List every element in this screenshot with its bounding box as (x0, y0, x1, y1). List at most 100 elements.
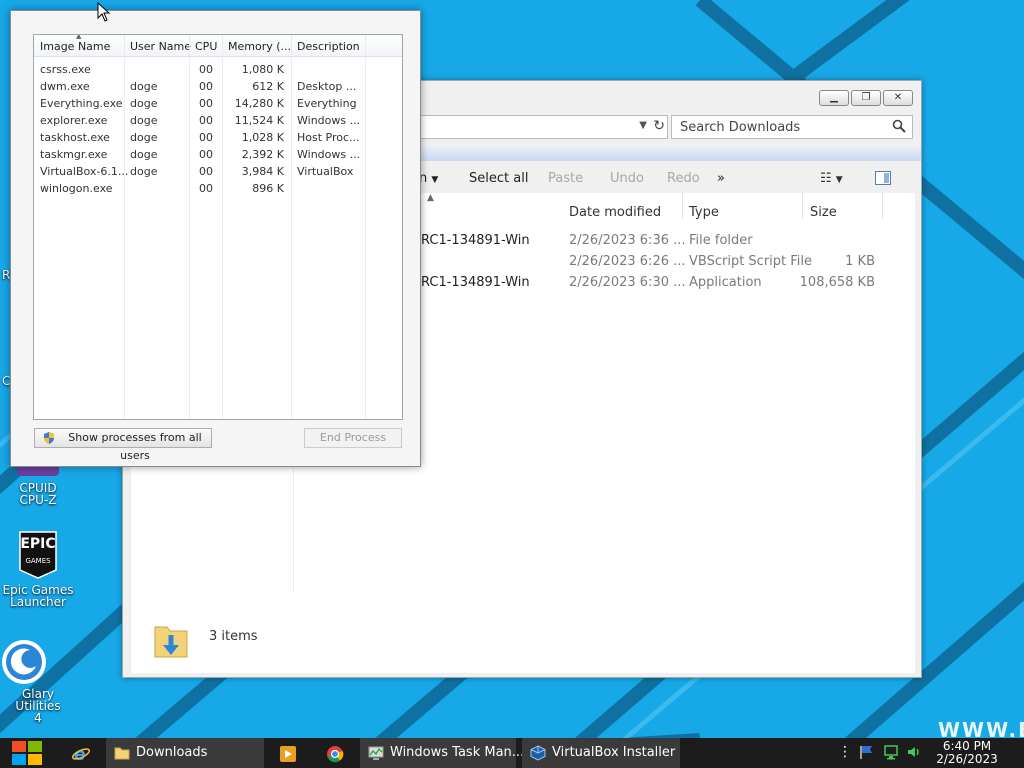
column-size[interactable]: Size (810, 205, 837, 220)
details-view-icon: ☷ (820, 171, 832, 186)
file-type: Application (689, 275, 762, 290)
desktop-icon-epic-games[interactable]: EPIC GAMES Epic Games Launcher (0, 530, 76, 608)
start-button[interactable] (10, 739, 44, 767)
undo-button[interactable]: Undo (610, 171, 644, 186)
process-cpu: 00 (199, 114, 213, 127)
process-row[interactable]: taskhost.exe doge 00 1,028 K Host Proc... (34, 131, 402, 148)
process-memory: 14,280 K (234, 97, 284, 110)
process-user-name: doge (130, 80, 158, 93)
select-all-button[interactable]: Select all (469, 171, 528, 186)
process-description: Everything (297, 97, 357, 110)
volume-icon[interactable] (906, 744, 922, 760)
process-row[interactable]: VirtualBox-6.1... doge 00 3,984 K VirtualBox (34, 165, 402, 182)
process-memory: 1,080 K (241, 63, 284, 76)
process-cpu: 00 (199, 97, 213, 110)
search-placeholder: Search Downloads (680, 120, 801, 135)
process-image-name: taskhost.exe (40, 131, 110, 144)
internet-explorer-icon[interactable]: e (72, 745, 90, 763)
taskbar-item-task-manager[interactable]: Windows Task Man... (360, 738, 524, 768)
minimize-button[interactable]: ▁ (819, 90, 849, 106)
network-icon[interactable] (883, 744, 899, 760)
column-user-name[interactable]: User Name (130, 40, 191, 53)
more-commands-button[interactable]: » (717, 171, 725, 186)
search-input[interactable]: Search Downloads (671, 115, 913, 139)
action-center-flag-icon[interactable] (858, 744, 874, 760)
toolbar-item-fragment[interactable]: n ▼ (419, 171, 438, 186)
process-memory: 2,392 K (241, 148, 284, 161)
file-name: RC1-134891-Win (421, 233, 530, 248)
mouse-cursor-icon (97, 2, 111, 22)
column-description[interactable]: Description (297, 40, 360, 53)
sort-caret-icon: ▲ (427, 193, 434, 203)
process-row[interactable]: Everything.exe doge 00 14,280 K Everything (34, 97, 402, 114)
process-row[interactable]: csrss.exe 00 1,080 K (34, 63, 402, 80)
process-description: Host Proc... (297, 131, 360, 144)
file-name: RC1-134891-Win (421, 275, 530, 290)
downloads-folder-icon (154, 626, 188, 658)
process-row[interactable]: taskmgr.exe doge 00 2,392 K Windows ... (34, 148, 402, 165)
file-size: 108,658 KB (799, 275, 875, 290)
file-type: VBScript Script File (689, 254, 813, 269)
file-size: 1 KB (845, 254, 875, 269)
task-manager-window[interactable]: Image Name ▲ User Name CPU Memory (... D… (10, 10, 421, 467)
process-user-name: doge (130, 148, 158, 161)
process-memory: 3,984 K (241, 165, 284, 178)
clock-date: 2/26/2023 (936, 752, 998, 766)
view-options-button[interactable]: ☷ ▼ (820, 171, 843, 186)
chevron-down-icon[interactable]: ▼ (639, 120, 647, 131)
process-row[interactable]: explorer.exe doge 00 11,524 K Windows ... (34, 114, 402, 131)
tray-overflow-icon[interactable]: ⋮ (837, 744, 853, 760)
process-row[interactable]: dwm.exe doge 00 612 K Desktop ... (34, 80, 402, 97)
file-date: 2/26/2023 6:26 ... (569, 254, 686, 269)
epic-games-logo-text: EPIC (20, 536, 56, 552)
taskbar-item-label: Windows Task Man... (390, 745, 525, 760)
column-date-modified[interactable]: Date modified (569, 205, 661, 220)
media-player-icon[interactable] (279, 745, 297, 763)
desktop-icon-label: 4 (34, 711, 42, 725)
folder-icon (114, 747, 130, 760)
sort-caret-icon: ▲ (76, 34, 82, 40)
process-image-name: Everything.exe (40, 97, 123, 110)
chrome-icon[interactable] (326, 745, 344, 763)
close-button[interactable]: ✕ (883, 90, 913, 106)
item-count: 3 items (209, 629, 258, 644)
taskbar-item-label: Downloads (136, 745, 208, 760)
desktop-icon-label: Launcher (10, 595, 66, 609)
process-image-name: csrss.exe (40, 63, 91, 76)
column-image-name[interactable]: Image Name (40, 40, 110, 53)
glary-utilities-icon (2, 638, 60, 684)
process-description: VirtualBox (297, 165, 354, 178)
taskbar-item-virtualbox-installer[interactable]: VirtualBox Installer (522, 738, 680, 768)
taskbar-item-downloads[interactable]: Downloads (106, 738, 264, 768)
details-pane: 3 items (131, 609, 915, 669)
process-image-name: dwm.exe (40, 80, 90, 93)
end-process-button[interactable]: End Process (304, 428, 402, 448)
desktop-icon-glary-utilities[interactable]: Glary Utilities 4 (0, 638, 76, 724)
chevron-down-icon: ▼ (835, 175, 843, 185)
process-user-name: doge (130, 165, 158, 178)
process-memory: 1,028 K (241, 131, 284, 144)
show-all-processes-button[interactable]: Show processes from all users (34, 428, 212, 462)
process-list[interactable]: Image Name ▲ User Name CPU Memory (... D… (33, 34, 403, 420)
process-cpu: 00 (199, 63, 213, 76)
epic-games-logo-text: GAMES (25, 557, 51, 565)
refresh-icon[interactable]: ↻ (653, 118, 665, 134)
redo-button[interactable]: Redo (667, 171, 700, 186)
maximize-button[interactable]: ❐ (851, 90, 881, 106)
search-icon[interactable] (892, 119, 906, 133)
column-cpu[interactable]: CPU (195, 40, 217, 53)
process-user-name: doge (130, 114, 158, 127)
file-date: 2/26/2023 6:30 ... (569, 275, 686, 290)
column-memory[interactable]: Memory (... (228, 40, 291, 53)
column-type[interactable]: Type (689, 205, 719, 220)
desktop-icon-cpuz[interactable]: CPUID CPU-Z (0, 462, 76, 506)
preview-pane-icon[interactable] (875, 171, 891, 185)
process-cpu: 00 (199, 131, 213, 144)
process-row[interactable]: winlogon.exe 00 896 K (34, 182, 402, 199)
paste-button[interactable]: Paste (548, 171, 583, 186)
desktop-icon-label: CPU-Z (19, 493, 57, 507)
chevron-down-icon: ▼ (431, 175, 439, 185)
system-clock[interactable]: 6:40 PM 2/26/2023 (936, 740, 998, 766)
process-image-name: taskmgr.exe (40, 148, 108, 161)
process-cpu: 00 (199, 80, 213, 93)
